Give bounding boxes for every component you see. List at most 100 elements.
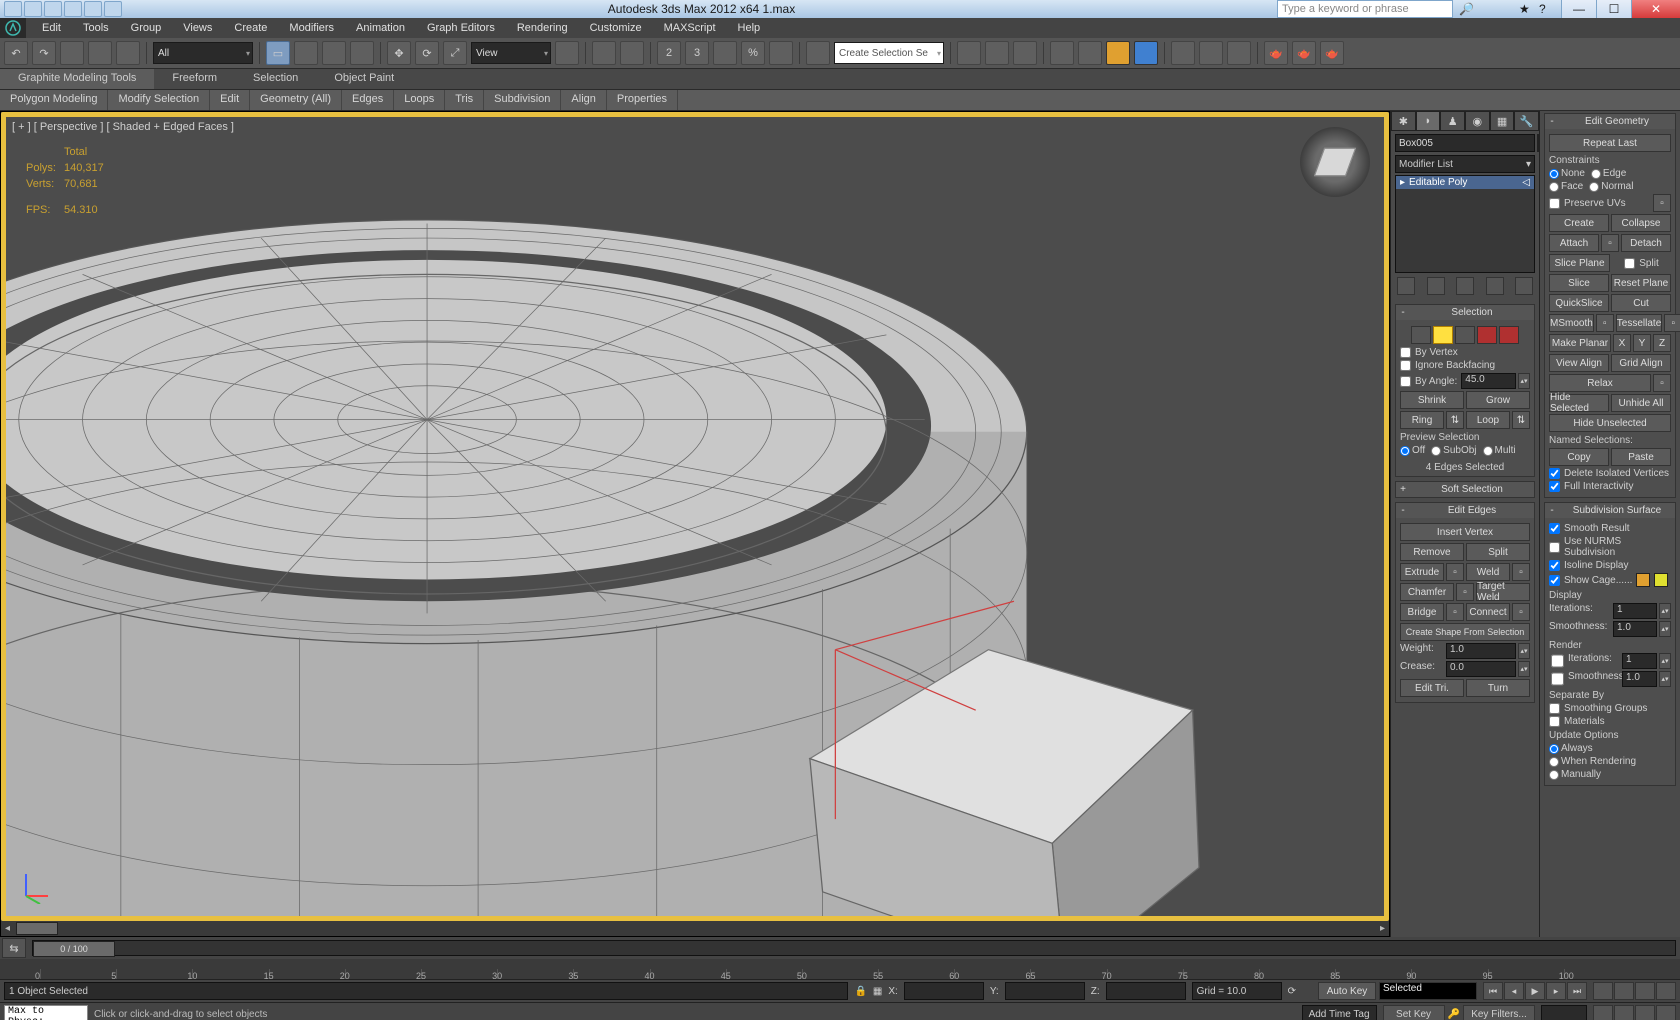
exchange-icon[interactable]: [1499, 2, 1515, 16]
create-shape-button[interactable]: Create Shape From Selection: [1400, 623, 1530, 641]
teapot-render-icon[interactable]: 🫖: [1264, 41, 1288, 65]
make-unique-icon[interactable]: [1456, 277, 1474, 295]
bind-icon[interactable]: [116, 41, 140, 65]
planar-x-button[interactable]: X: [1613, 334, 1631, 352]
x-coord-input[interactable]: [904, 982, 984, 1000]
spinner-snap-icon[interactable]: [769, 41, 793, 65]
track-ruler[interactable]: [0, 959, 1680, 979]
preview-subobj-radio[interactable]: [1431, 446, 1441, 456]
split-button[interactable]: Split: [1466, 543, 1530, 561]
chamfer-button[interactable]: Chamfer: [1400, 583, 1454, 601]
weight-spinner[interactable]: 1.0: [1446, 643, 1516, 659]
smooth-result-checkbox[interactable]: [1549, 523, 1560, 534]
key-filters-icon[interactable]: 🔑: [1448, 1009, 1460, 1020]
render-iterations-spinner[interactable]: 1: [1622, 653, 1657, 669]
grow-button[interactable]: Grow: [1466, 391, 1530, 409]
copy-named-sel-button[interactable]: Copy: [1549, 448, 1609, 466]
time-slider-track[interactable]: 0 / 100: [32, 940, 1676, 956]
edit-tri-button[interactable]: Edit Tri.: [1400, 679, 1464, 697]
link-icon[interactable]: [60, 41, 84, 65]
crease-spinner[interactable]: 0.0: [1446, 661, 1516, 677]
close-button[interactable]: ✕: [1631, 0, 1680, 18]
split-checkbox[interactable]: [1624, 258, 1635, 269]
render-setup-icon[interactable]: [1171, 41, 1195, 65]
ribbon-panel-modify-selection[interactable]: Modify Selection: [108, 90, 210, 110]
qat-open-icon[interactable]: [24, 1, 42, 17]
planar-y-button[interactable]: Y: [1633, 334, 1651, 352]
ribbon-tab-graphite-modeling-tools[interactable]: Graphite Modeling Tools: [0, 69, 154, 89]
element-subobj-icon[interactable]: [1499, 326, 1519, 344]
edge-subobj-icon[interactable]: [1433, 326, 1453, 344]
tessellate-button[interactable]: Tessellate: [1616, 314, 1662, 332]
curve-editor-icon[interactable]: [1078, 41, 1102, 65]
ribbon-panel-tris[interactable]: Tris: [445, 90, 484, 110]
sep-materials-checkbox[interactable]: [1549, 716, 1560, 727]
viewcube[interactable]: [1300, 127, 1370, 197]
graphite-icon[interactable]: [1050, 41, 1074, 65]
display-iterations-spinner[interactable]: 1: [1613, 603, 1657, 619]
ribbon-tab-selection[interactable]: Selection: [235, 69, 316, 89]
menu-customize[interactable]: Customize: [580, 20, 652, 36]
collapse-button[interactable]: Collapse: [1611, 214, 1671, 232]
fov-icon[interactable]: [1593, 1005, 1613, 1020]
menu-rendering[interactable]: Rendering: [507, 20, 578, 36]
star-icon[interactable]: ★: [1519, 2, 1535, 16]
create-button[interactable]: Create: [1549, 214, 1609, 232]
hierarchy-tab-icon[interactable]: ♟: [1440, 111, 1465, 131]
goto-start-icon[interactable]: ⏮: [1483, 982, 1503, 1000]
use-center-icon[interactable]: [555, 41, 579, 65]
perspective-viewport[interactable]: [ + ] [ Perspective ] [ Shaded + Edged F…: [1, 112, 1389, 921]
layers-icon[interactable]: [1013, 41, 1037, 65]
teapot-active-icon[interactable]: 🫖: [1320, 41, 1344, 65]
selection-filter-dropdown[interactable]: All: [153, 42, 253, 64]
update-when-rendering-radio[interactable]: [1549, 757, 1559, 767]
make-planar-button[interactable]: Make Planar: [1549, 334, 1611, 352]
use-nurms-checkbox[interactable]: [1549, 542, 1560, 553]
rollout-toggle-icon[interactable]: -: [1396, 307, 1410, 318]
ribbon-panel-properties[interactable]: Properties: [607, 90, 678, 110]
ref-coord-dropdown[interactable]: View: [471, 42, 551, 64]
prev-frame-icon[interactable]: ◂: [1504, 982, 1524, 1000]
binoculars-icon[interactable]: 🔎: [1459, 2, 1475, 16]
ribbon-tab-freeform[interactable]: Freeform: [154, 69, 235, 89]
extrude-button[interactable]: Extrude: [1400, 563, 1444, 581]
planar-z-button[interactable]: Z: [1653, 334, 1671, 352]
help-icon[interactable]: ?: [1539, 2, 1555, 16]
menu-help[interactable]: Help: [728, 20, 771, 36]
angle-snap-icon[interactable]: [713, 41, 737, 65]
zoom-icon[interactable]: [1593, 982, 1613, 1000]
key-mode-dropdown[interactable]: Selected: [1379, 982, 1477, 1000]
manipulate-icon[interactable]: [592, 41, 616, 65]
ribbon-panel-edit[interactable]: Edit: [210, 90, 250, 110]
keyboard-shortcut-icon[interactable]: [620, 41, 644, 65]
modify-tab-icon[interactable]: ◗: [1416, 111, 1441, 131]
motion-tab-icon[interactable]: ◉: [1465, 111, 1490, 131]
window-crossing-icon[interactable]: [350, 41, 374, 65]
show-cage-checkbox[interactable]: [1549, 575, 1560, 586]
menu-edit[interactable]: Edit: [32, 20, 71, 36]
pan-icon[interactable]: [1614, 1005, 1634, 1020]
add-time-tag-button[interactable]: Add Time Tag: [1302, 1005, 1377, 1020]
unhide-all-button[interactable]: Unhide All: [1611, 394, 1671, 412]
y-coord-input[interactable]: [1005, 982, 1085, 1000]
current-frame-input[interactable]: [1541, 1005, 1587, 1020]
remove-modifier-icon[interactable]: [1486, 277, 1504, 295]
menu-group[interactable]: Group: [121, 20, 172, 36]
isolate-icon[interactable]: ▦: [873, 986, 882, 997]
polygon-subobj-icon[interactable]: [1477, 326, 1497, 344]
ribbon-panel-polygon-modeling[interactable]: Polygon Modeling: [0, 90, 108, 110]
setkey-button[interactable]: Set Key: [1383, 1005, 1445, 1020]
goto-end-icon[interactable]: ⏭: [1567, 982, 1587, 1000]
pin-stack-icon[interactable]: [1397, 277, 1415, 295]
bridge-button[interactable]: Bridge: [1400, 603, 1444, 621]
viewport-scrollbar[interactable]: ◂▸: [1, 921, 1389, 936]
qat-save-icon[interactable]: [44, 1, 62, 17]
percent-snap-icon[interactable]: %: [741, 41, 765, 65]
msmooth-button[interactable]: MSmooth: [1549, 314, 1594, 332]
constraint-edge-radio[interactable]: [1591, 169, 1601, 179]
configure-sets-icon[interactable]: [1515, 277, 1533, 295]
qat-redo-icon[interactable]: [84, 1, 102, 17]
key-filters-button[interactable]: Key Filters...: [1463, 1005, 1535, 1020]
shrink-button[interactable]: Shrink: [1400, 391, 1464, 409]
ring-button[interactable]: Ring: [1400, 411, 1444, 429]
